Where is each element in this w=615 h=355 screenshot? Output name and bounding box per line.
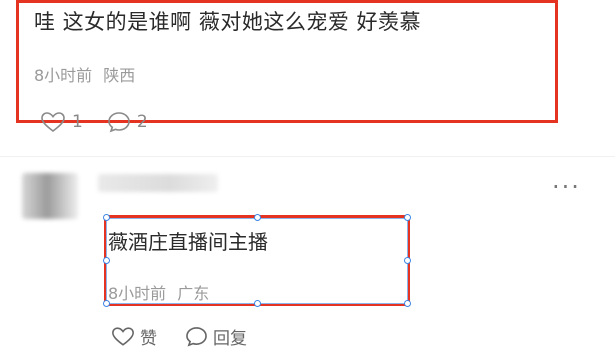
comment-1-location: 陕西 [103, 66, 136, 85]
selection-handle[interactable] [404, 214, 411, 221]
speech-bubble-icon [107, 111, 131, 133]
comment-2-like-button[interactable]: 赞 [111, 324, 157, 349]
comment-1-like-count: 1 [72, 112, 83, 132]
comment-2-reply-label: 回复 [213, 329, 247, 349]
speech-bubble-icon [185, 326, 208, 347]
selection-handle[interactable] [103, 214, 110, 221]
selection-handle[interactable] [404, 300, 411, 307]
comment-1-meta: 8小时前 陕西 [34, 62, 135, 86]
heart-icon [40, 111, 66, 133]
divider [0, 156, 615, 157]
comment-2-meta: 8小时前 广东 [108, 280, 209, 304]
selection-handle[interactable] [404, 257, 411, 264]
comment-1-text: 哇 这女的是谁啊 薇对她这么宠爱 好羡慕 [34, 10, 422, 34]
selection-handle[interactable] [103, 257, 110, 264]
username-blurred[interactable] [98, 174, 218, 192]
comment-1-reply-button[interactable]: 2 [107, 111, 148, 133]
avatar[interactable] [22, 173, 78, 219]
comment-2-reply-button[interactable]: 回复 [185, 324, 247, 349]
selection-handle[interactable] [254, 214, 261, 221]
comment-2-like-label: 赞 [140, 329, 157, 349]
comment-1-actions: 1 2 [40, 111, 148, 133]
comment-2-time: 8小时前 [108, 284, 167, 303]
comment-1-like-button[interactable]: 1 [40, 111, 83, 133]
comment-1-reply-count: 2 [136, 112, 148, 132]
comment-2-actions: 赞 回复 [111, 324, 247, 349]
comment-2-text: 薇酒庄直播间主播 [108, 230, 268, 254]
more-options-icon[interactable]: ··· [552, 175, 581, 199]
heart-icon [111, 326, 135, 347]
comment-1-time: 8小时前 [34, 66, 93, 85]
selection-handle[interactable] [254, 300, 261, 307]
comment-2-location: 广东 [177, 284, 210, 303]
